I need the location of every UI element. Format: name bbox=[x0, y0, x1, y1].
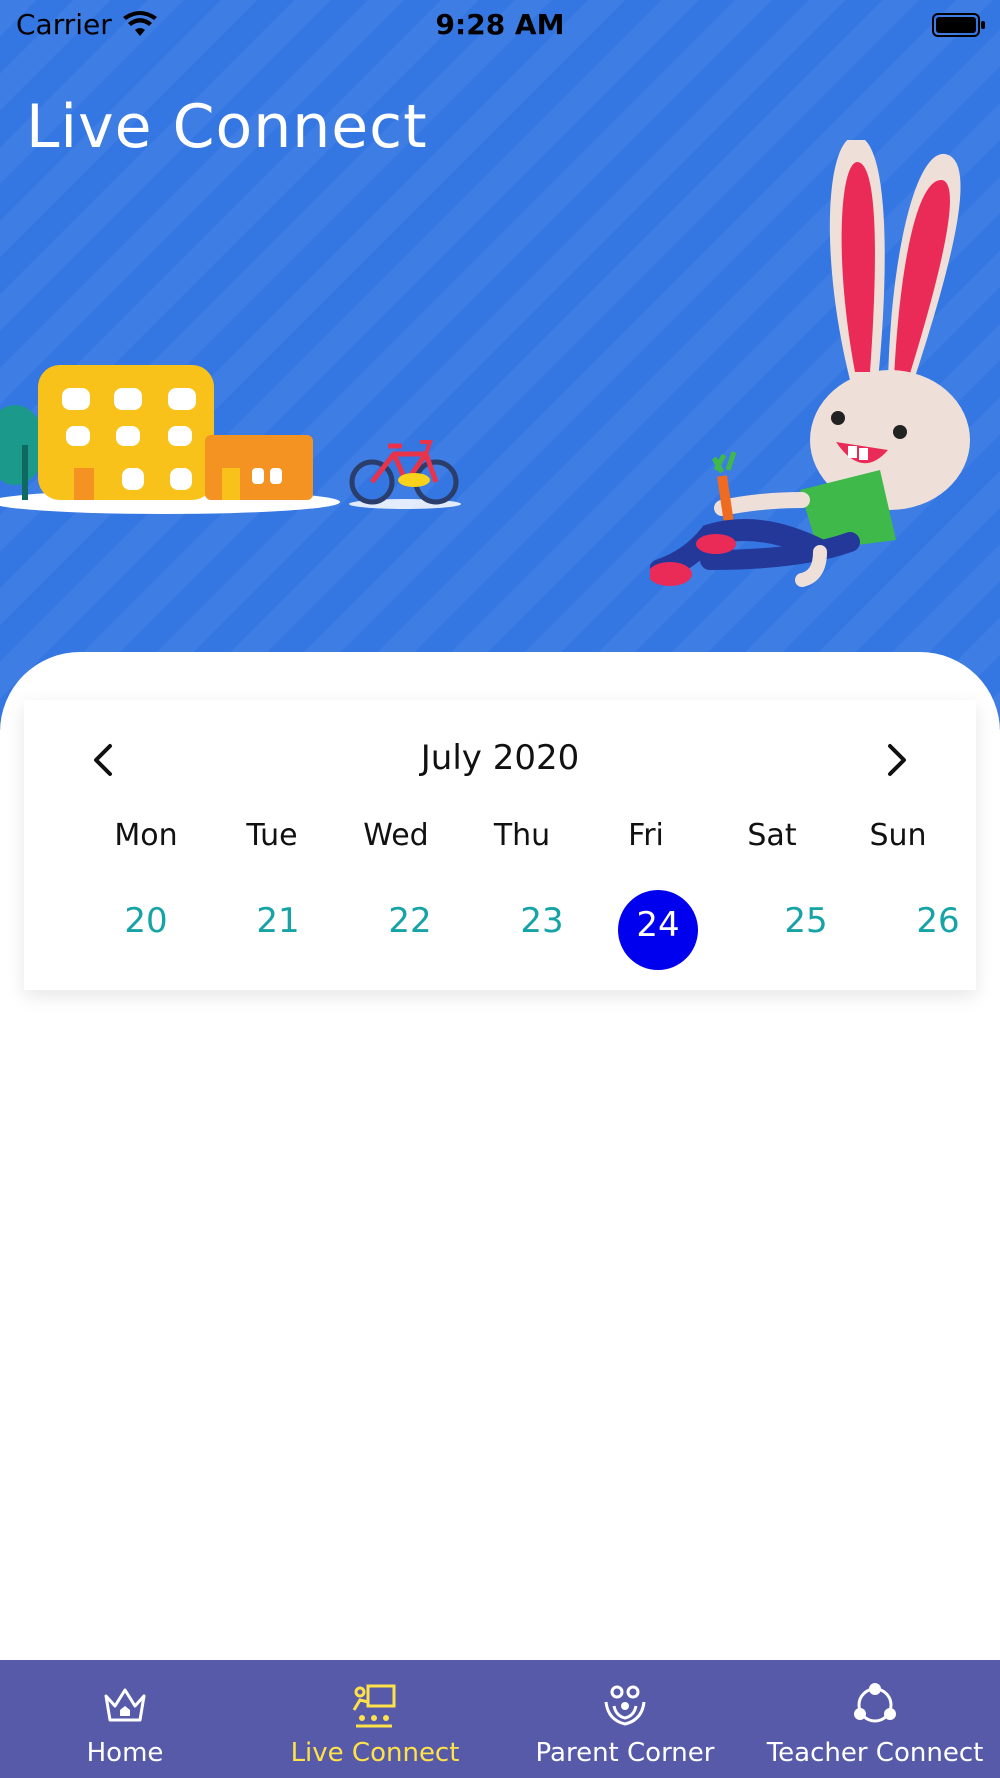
tab-teacher-connect[interactable]: Teacher Connect bbox=[750, 1660, 1000, 1778]
month-label: July 2020 bbox=[420, 738, 580, 778]
weekday-label: Thu bbox=[493, 818, 551, 853]
crown-home-icon bbox=[104, 1688, 146, 1722]
family-hands-icon bbox=[604, 1685, 646, 1726]
weekday-label: Fri bbox=[628, 818, 664, 853]
weekday-label: Sat bbox=[747, 818, 797, 853]
weekday-label: Wed bbox=[363, 818, 429, 853]
status-time: 9:28 AM bbox=[435, 8, 565, 41]
bunny-mascot-illustration bbox=[650, 140, 970, 587]
tab-label: Teacher Connect bbox=[766, 1738, 984, 1768]
tab-label: Home bbox=[86, 1738, 164, 1768]
calendar-day[interactable]: 20 bbox=[106, 886, 186, 966]
status-bar: Carrier 9:28 AM bbox=[0, 0, 1000, 50]
battery-icon bbox=[932, 13, 985, 37]
tab-parent-corner[interactable]: Parent Corner bbox=[500, 1660, 750, 1778]
week-calendar: July 2020 Mon Tue Wed Thu Fri Sat Sun 20… bbox=[24, 700, 976, 990]
weekday-row: Mon Tue Wed Thu Fri Sat Sun bbox=[24, 818, 976, 858]
calendar-day-selected[interactable]: 24 bbox=[618, 890, 698, 970]
weekday-label: Tue bbox=[246, 818, 298, 853]
calendar-day[interactable]: 26 bbox=[898, 886, 978, 966]
chevron-right-icon[interactable] bbox=[872, 736, 920, 784]
calendar-day[interactable]: 23 bbox=[502, 886, 582, 966]
tab-home[interactable]: Home bbox=[0, 1660, 250, 1778]
calendar-day[interactable]: 22 bbox=[370, 886, 450, 966]
tab-live-connect[interactable]: Live Connect bbox=[250, 1660, 500, 1778]
school-building-illustration bbox=[0, 365, 340, 514]
calendar-header: July 2020 bbox=[24, 730, 976, 790]
header-banner: Carrier 9:28 AM Live Connect bbox=[0, 0, 1000, 730]
weekday-label: Sun bbox=[869, 818, 927, 853]
weekday-label: Mon bbox=[114, 818, 178, 853]
tab-label: Parent Corner bbox=[535, 1738, 715, 1768]
tab-label: Live Connect bbox=[290, 1738, 460, 1768]
calendar-day[interactable]: 25 bbox=[766, 886, 846, 966]
network-people-icon bbox=[854, 1683, 896, 1723]
teacher-board-icon bbox=[352, 1684, 396, 1728]
page-title: Live Connect bbox=[26, 92, 428, 162]
bottom-tab-bar: Home Live Connect Parent Corner Teacher … bbox=[0, 1660, 1000, 1778]
bicycle-illustration bbox=[349, 440, 461, 509]
day-row: 20 21 22 23 24 25 26 bbox=[24, 886, 978, 970]
calendar-day[interactable]: 21 bbox=[238, 886, 318, 966]
